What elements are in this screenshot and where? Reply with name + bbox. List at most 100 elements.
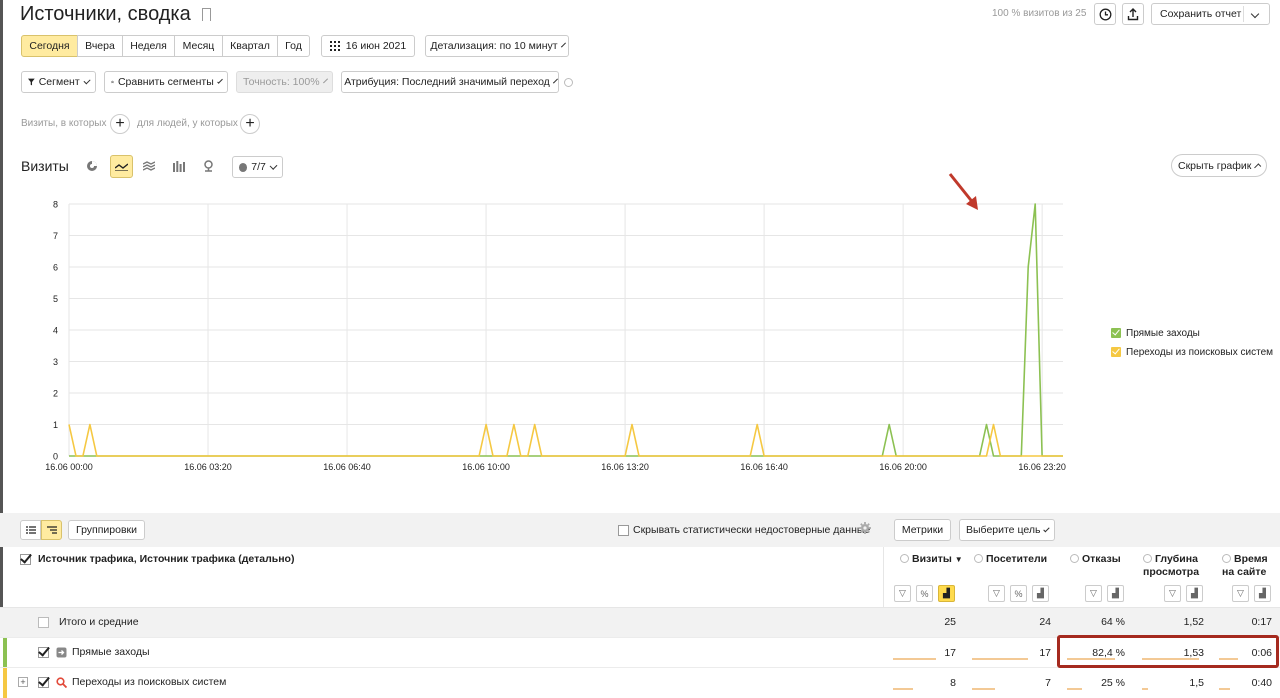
totals-checkbox[interactable] — [38, 616, 49, 628]
help-icon[interactable] — [564, 78, 573, 87]
x-tick-label: 16.06 10:00 — [462, 462, 510, 472]
metrics-button[interactable]: Метрики — [894, 519, 951, 541]
choose-goal-select[interactable]: Выберите цель — [959, 519, 1055, 541]
chart-type-area-button[interactable] — [139, 156, 159, 176]
column-header-label: Отказы — [1082, 553, 1121, 565]
period-today[interactable]: Сегодня — [21, 35, 78, 57]
legend-item-search[interactable]: Переходы из поисковых систем — [1111, 343, 1273, 362]
filter-icon[interactable]: ▽ — [988, 585, 1005, 602]
chart-type-pie-button[interactable] — [82, 156, 102, 176]
filter-icon[interactable]: ▽ — [1232, 585, 1249, 602]
visits-share: 100 % визитов из 25 — [992, 8, 1087, 19]
period-month[interactable]: Месяц — [174, 35, 223, 57]
help-icon[interactable] — [1143, 554, 1152, 563]
segment-button[interactable]: Сегмент — [21, 71, 96, 93]
period-week[interactable]: Неделя — [122, 35, 175, 57]
groupings-button[interactable]: Группировки — [68, 520, 145, 540]
select-all-checkbox[interactable] — [20, 553, 31, 565]
legend-label: Переходы из поисковых систем — [1126, 347, 1274, 358]
percent-toggle[interactable]: % — [1010, 585, 1027, 602]
row-checkbox[interactable] — [38, 646, 49, 658]
chart-bars-icon[interactable]: ▟ — [1107, 585, 1124, 602]
save-report-label: Сохранить отчет — [1160, 8, 1242, 20]
area-chart-icon — [143, 161, 155, 171]
export-button[interactable] — [1122, 3, 1144, 25]
save-report-button[interactable]: Сохранить отчет — [1151, 3, 1270, 25]
help-icon[interactable] — [1222, 554, 1231, 563]
column-header-label-2: на сайте — [1222, 566, 1267, 578]
add-visit-condition-button[interactable]: + — [110, 114, 130, 134]
hide-unreliable-option[interactable]: Скрывать статистически недостоверные дан… — [618, 524, 870, 536]
chevron-down-icon[interactable] — [1250, 9, 1260, 19]
percent-toggle[interactable]: % — [916, 585, 933, 602]
detail-select[interactable]: Детализация: по 10 минут — [425, 35, 569, 57]
period-label: Квартал — [230, 40, 270, 52]
visits-where-label: Визиты, в которых — [21, 118, 107, 129]
groupings-label: Группировки — [75, 524, 138, 536]
chart-type-line-button[interactable] — [110, 155, 133, 178]
series-count-select[interactable]: 7/7 — [232, 156, 283, 178]
filter-icon[interactable]: ▽ — [1164, 585, 1181, 602]
chart-bars-icon[interactable]: ▟ — [938, 585, 955, 602]
detail-label: Детализация: по 10 минут — [430, 40, 558, 52]
column-header-label: Визиты — [912, 553, 952, 565]
segment-label: Сегмент — [38, 76, 80, 88]
chart-bars-icon[interactable]: ▟ — [1186, 585, 1203, 602]
visits-chart: 0 1 2 3 4 5 6 7 8 16.06 00:00 16.06 03:20 16.06 06:… — [45, 200, 1066, 473]
column-header-bounce[interactable]: Отказы — [1070, 553, 1121, 566]
view-toggle — [20, 520, 62, 540]
y-tick-label: 7 — [53, 231, 58, 241]
tree-view-button[interactable] — [41, 520, 62, 540]
column-header-visitors[interactable]: Посетители — [974, 553, 1047, 566]
chart-bars-icon[interactable]: ▟ — [1032, 585, 1049, 602]
map-pin-icon — [203, 160, 213, 172]
chevron-down-icon — [322, 77, 328, 84]
date-picker-button[interactable]: 16 июн 2021 — [321, 35, 415, 57]
x-tick-label: 16.06 16:40 — [740, 462, 788, 472]
legend-checkbox[interactable] — [1111, 347, 1121, 358]
y-tick-label: 1 — [53, 420, 58, 430]
accuracy-label: Точность: 100% — [243, 76, 320, 88]
hide-unreliable-checkbox[interactable] — [618, 524, 629, 536]
filter-icon[interactable]: ▽ — [894, 585, 911, 602]
period-label: Год — [285, 40, 302, 52]
legend-checkbox[interactable] — [1111, 328, 1121, 339]
period-year[interactable]: Год — [277, 35, 310, 57]
compare-segments-button[interactable]: Сравнить сегменты — [104, 71, 228, 93]
help-icon[interactable] — [1070, 554, 1079, 563]
totals-visitors: 24 — [1039, 616, 1051, 628]
period-yesterday[interactable]: Вчера — [77, 35, 123, 57]
column-header-time[interactable]: Время на сайте — [1222, 553, 1268, 579]
upload-icon — [1127, 7, 1139, 20]
expand-row-button[interactable]: + — [18, 677, 28, 687]
gear-icon[interactable] — [859, 522, 871, 534]
column-header-depth[interactable]: Глубина просмотра — [1143, 553, 1199, 579]
flat-view-button[interactable] — [20, 520, 41, 540]
chevron-down-icon — [552, 78, 558, 83]
bookmark-icon[interactable] — [202, 8, 212, 21]
chart-title: Визиты — [21, 158, 69, 174]
help-icon[interactable] — [974, 554, 983, 563]
add-people-condition-button[interactable]: + — [240, 114, 260, 134]
period-quarter[interactable]: Квартал — [222, 35, 278, 57]
attribution-select[interactable]: Атрибуция: Последний значимый переход — [341, 71, 559, 93]
hide-chart-button[interactable]: Скрыть график — [1171, 154, 1267, 177]
chart-type-map-button[interactable] — [198, 156, 218, 176]
dimension-header: Источник трафика, Источник трафика (дета… — [20, 553, 294, 565]
chevron-down-icon — [216, 77, 223, 84]
chart-type-bar-button[interactable] — [169, 156, 189, 176]
series-count-label: 7/7 — [251, 161, 266, 173]
column-header-label: Время — [1234, 553, 1268, 565]
period-label: Неделя — [130, 40, 167, 52]
history-button[interactable] — [1094, 3, 1116, 25]
chevron-up-icon — [1254, 163, 1262, 171]
filter-icon[interactable]: ▽ — [1085, 585, 1102, 602]
help-icon[interactable] — [900, 554, 909, 563]
chart-bars-icon[interactable]: ▟ — [1254, 585, 1271, 602]
y-tick-label: 2 — [53, 389, 58, 399]
legend-item-direct[interactable]: Прямые заходы — [1111, 324, 1273, 343]
choose-goal-label: Выберите цель — [966, 524, 1041, 536]
annotation-highlight-box — [1057, 635, 1279, 668]
column-header-visits[interactable]: Визиты ▼ — [900, 553, 963, 566]
row-checkbox[interactable] — [38, 676, 49, 688]
